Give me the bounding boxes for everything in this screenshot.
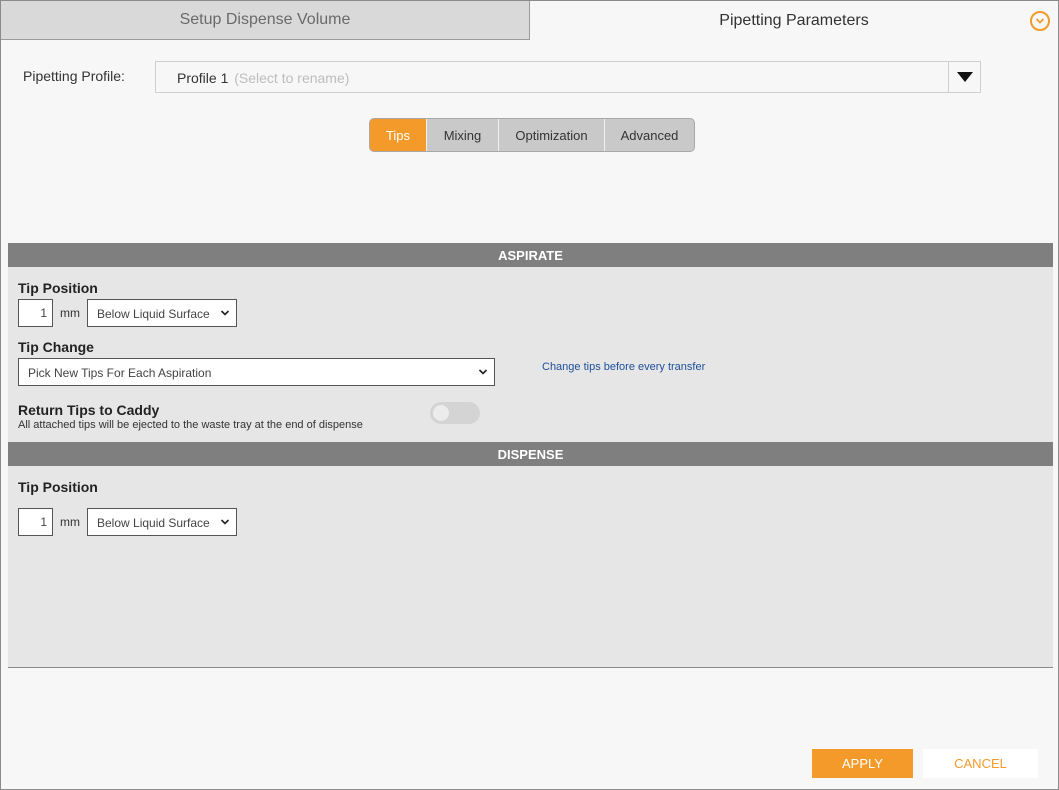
profile-name: Profile 1 bbox=[177, 70, 229, 86]
cancel-button[interactable]: CANCEL bbox=[923, 749, 1038, 778]
aspirate-tip-position-unit: mm bbox=[60, 306, 80, 320]
tab-pipetting-parameters[interactable]: Pipetting Parameters bbox=[530, 1, 1058, 40]
subtab-optimization-label: Optimization bbox=[515, 127, 588, 143]
tips-settings-panel: ASPIRATE Tip Position 1 mm Below Liquid … bbox=[8, 243, 1053, 668]
tip-change-value: Pick New Tips For Each Aspiration bbox=[28, 366, 212, 380]
tab-pipetting-parameters-label: Pipetting Parameters bbox=[719, 11, 869, 29]
dispense-tip-position-input[interactable]: 1 bbox=[18, 508, 53, 536]
profile-name-input[interactable]: Profile 1 (Select to rename) bbox=[177, 70, 349, 86]
subtab-mixing[interactable]: Mixing bbox=[427, 119, 499, 151]
dispense-header-label: DISPENSE bbox=[497, 446, 564, 462]
dispense-tip-reference-select[interactable]: Below Liquid Surface bbox=[87, 508, 237, 536]
pipetting-profile-label: Pipetting Profile: bbox=[23, 68, 125, 84]
dispense-tip-position-unit: mm bbox=[60, 515, 80, 529]
tab-setup-dispense-volume-label: Setup Dispense Volume bbox=[179, 11, 351, 28]
tip-change-label: Tip Change bbox=[18, 339, 94, 355]
pipetting-profile-field[interactable]: Profile 1 (Select to rename) bbox=[155, 61, 981, 93]
subtab-optimization[interactable]: Optimization bbox=[499, 119, 605, 151]
apply-button[interactable]: APPLY bbox=[812, 749, 913, 778]
dispense-tip-reference-value: Below Liquid Surface bbox=[97, 516, 210, 530]
aspirate-tip-reference-select[interactable]: Below Liquid Surface bbox=[87, 299, 237, 327]
dispense-tip-position-label: Tip Position bbox=[18, 479, 98, 495]
aspirate-header-label: ASPIRATE bbox=[498, 247, 563, 263]
tip-change-select[interactable]: Pick New Tips For Each Aspiration bbox=[18, 358, 495, 386]
parameter-subtabs: Tips Mixing Optimization Advanced bbox=[369, 118, 695, 152]
tab-setup-dispense-volume[interactable]: Setup Dispense Volume bbox=[1, 1, 530, 40]
toggle-knob bbox=[433, 405, 449, 421]
profile-dropdown-button[interactable] bbox=[948, 62, 980, 92]
subtab-mixing-label: Mixing bbox=[443, 127, 482, 143]
subtab-advanced-label: Advanced bbox=[620, 127, 679, 143]
return-tips-toggle[interactable] bbox=[430, 402, 480, 424]
chevron-down-icon bbox=[220, 310, 230, 316]
subtab-advanced[interactable]: Advanced bbox=[605, 119, 694, 151]
chevron-down-icon bbox=[220, 519, 230, 525]
aspirate-tip-position-label: Tip Position bbox=[18, 280, 98, 296]
profile-rename-hint: (Select to rename) bbox=[234, 70, 350, 86]
tip-change-hint: Change tips before every transfer bbox=[542, 361, 706, 373]
aspirate-tip-reference-value: Below Liquid Surface bbox=[97, 307, 210, 321]
pipetting-dialog: Setup Dispense Volume Pipetting Paramete… bbox=[0, 0, 1059, 790]
aspirate-section-header: ASPIRATE bbox=[8, 243, 1053, 267]
caret-down-icon bbox=[956, 72, 973, 82]
return-tips-label: Return Tips to Caddy bbox=[18, 402, 160, 418]
aspirate-tip-position-input[interactable]: 1 bbox=[18, 299, 53, 327]
return-tips-note: All attached tips will be ejected to the… bbox=[18, 419, 363, 431]
subtab-tips[interactable]: Tips bbox=[370, 119, 427, 151]
subtab-tips-label: Tips bbox=[385, 127, 411, 143]
chevron-down-icon bbox=[478, 369, 488, 375]
dispense-section-header: DISPENSE bbox=[8, 442, 1053, 466]
chevron-down-circle-icon[interactable] bbox=[1030, 11, 1050, 31]
